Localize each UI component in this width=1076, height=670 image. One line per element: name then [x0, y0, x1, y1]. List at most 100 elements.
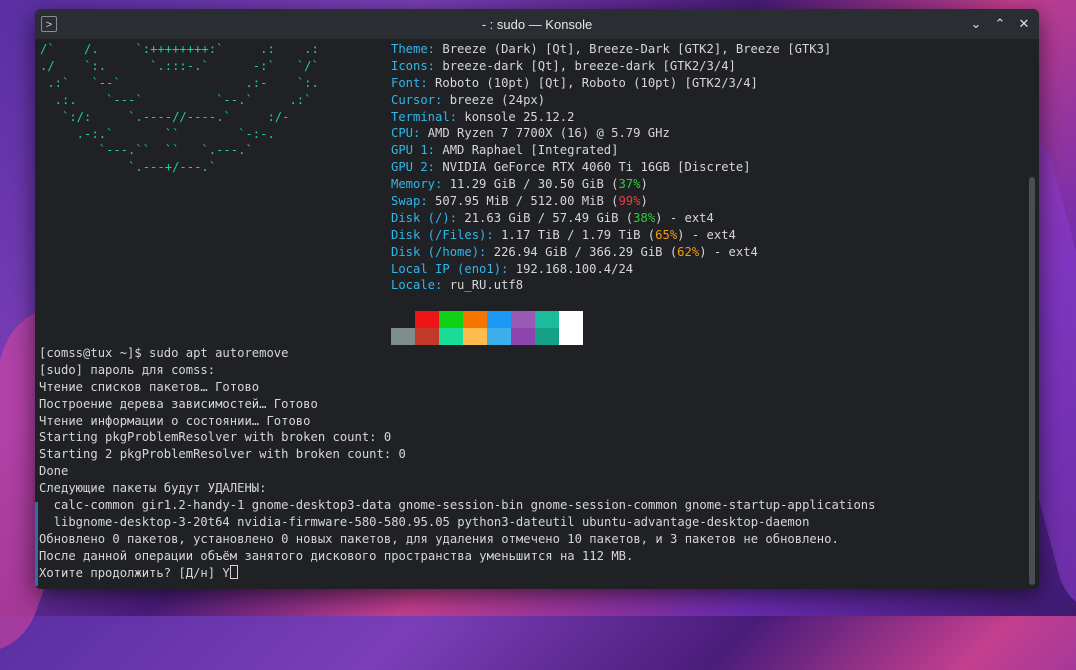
sysinfo-key: Cursor: [391, 92, 450, 107]
sysinfo-key: Icons: [391, 58, 443, 73]
sysinfo-value: Breeze (Dark) [Qt], Breeze-Dark [GTK2], … [442, 42, 832, 56]
scrollbar[interactable] [1029, 177, 1035, 585]
sysinfo-value: ru_RU.utf8 [449, 278, 524, 293]
output-line: [sudo] пароль для comss: [39, 362, 216, 377]
color-swatch [559, 311, 583, 328]
color-swatch [535, 311, 559, 328]
sysinfo-row: Disk (/home): 226.94 GiB / 366.29 GiB (6… [391, 244, 831, 261]
sysinfo-value: AMD Raphael [Integrated] [442, 143, 619, 158]
sysinfo-row: Cursor: breeze (24px) [391, 92, 831, 109]
sysinfo-row: Disk (/): 21.63 GiB / 57.49 GiB (38%) - … [391, 210, 831, 227]
usage-percent: 38% [633, 210, 656, 225]
confirm-prompt[interactable]: Хотите продолжить? [Д/н] Y [39, 564, 1027, 582]
sysinfo-row: Theme: Breeze (Dark) [Qt], Breeze-Dark [… [391, 41, 831, 58]
color-swatch [439, 328, 463, 345]
color-swatch [415, 328, 439, 345]
command-output: [comss@tux ~]$ sudo apt autoremove [sudo]… [39, 345, 1027, 581]
sysinfo-row: GPU 1: AMD Raphael [Integrated] [391, 142, 831, 159]
sysinfo-key: Disk (/Files): [391, 227, 502, 242]
sysinfo-row: CPU: AMD Ryzen 7 7700X (16) @ 5.79 GHz [391, 125, 831, 142]
sysinfo-key: Memory: [391, 177, 450, 192]
sysinfo-value: 507.95 MiB / 512.00 MiB ( [435, 194, 619, 209]
color-swatch [463, 328, 487, 345]
sysinfo-row: Terminal: konsole 25.12.2 [391, 109, 831, 126]
output-line: Starting 2 pkgProblemResolver with broke… [39, 447, 406, 462]
sysinfo-value-tail: ) [640, 194, 648, 209]
terminal-area[interactable]: /` /. `:++++++++:` .: .: ./ `:. `.:::-.`… [35, 39, 1027, 589]
sysinfo-key: Swap: [391, 194, 436, 209]
sysinfo-key: CPU: [391, 126, 428, 141]
color-swatch [415, 311, 439, 328]
color-swatch [487, 311, 511, 328]
color-swatch [391, 311, 415, 328]
sysinfo-value: 192.168.100.4/24 [515, 261, 634, 276]
sysinfo-value: AMD Ryzen 7 7700X (16) @ 5.79 GHz [427, 126, 670, 141]
palette-row-bottom [391, 328, 583, 345]
output-line: libgnome-desktop-3-20t64 nvidia-firmware… [39, 514, 810, 529]
sysinfo-key: Locale: [391, 278, 450, 293]
sysinfo-row: Locale: ru_RU.utf8 [391, 277, 831, 294]
color-swatch [559, 328, 583, 345]
maximize-icon[interactable]: ⌃ [991, 15, 1009, 33]
konsole-window: > - : sudo — Konsole ⌄ ⌃ ✕ /` /. `:+++++… [35, 9, 1039, 589]
usage-percent: 62% [677, 244, 700, 259]
sysinfo-value-tail: ) [640, 177, 648, 192]
text-cursor [229, 564, 238, 579]
sysinfo-key: GPU 1: [391, 143, 443, 158]
sysinfo-value: 11.29 GiB / 30.50 GiB ( [449, 177, 619, 192]
output-line: После данной операции объём занятого дис… [39, 548, 634, 563]
distro-logo-ascii: /` /. `:++++++++:` .: .: ./ `:. `.:::-.`… [40, 42, 319, 175]
output-line: Done [39, 464, 69, 479]
output-line: Чтение информации о состоянии… Готово [39, 413, 311, 428]
titlebar[interactable]: > - : sudo — Konsole ⌄ ⌃ ✕ [35, 9, 1039, 39]
usage-percent: 65% [655, 227, 678, 242]
sysinfo-value: 1.17 TiB / 1.79 TiB ( [501, 227, 656, 242]
window-title: - : sudo — Konsole [481, 17, 593, 32]
usage-percent: 99% [618, 194, 641, 209]
output-line: Starting pkgProblemResolver with broken … [39, 430, 392, 445]
sysinfo-key: Disk (/home): [391, 244, 494, 259]
sysinfo-value-tail: ) - ext4 [655, 210, 714, 225]
sysinfo-key: GPU 2: [391, 160, 443, 175]
selection-marker [35, 502, 38, 586]
sysinfo-key: Theme: [391, 42, 443, 56]
color-swatch [391, 328, 415, 345]
sysinfo-value: Roboto (10pt) [Qt], Roboto (10pt) [GTK2/… [435, 75, 758, 90]
usage-percent: 37% [618, 177, 641, 192]
sysinfo-value-tail: ) - ext4 [677, 227, 736, 242]
output-line: Построение дерева зависимостей… Готово [39, 396, 318, 411]
sysinfo-row: Font: Roboto (10pt) [Qt], Roboto (10pt) … [391, 75, 831, 92]
sysinfo-value-tail: ) - ext4 [699, 244, 758, 259]
color-swatch [463, 311, 487, 328]
color-palette [391, 311, 583, 345]
sysinfo-value: NVIDIA GeForce RTX 4060 Ti 16GB [Discret… [442, 160, 751, 175]
sysinfo-value: 226.94 GiB / 366.29 GiB ( [493, 244, 678, 259]
prompt-text: Хотите продолжить? [Д/н] Y [39, 565, 230, 580]
sysinfo-value: konsole 25.12.2 [464, 109, 575, 124]
sysinfo-value: 21.63 GiB / 57.49 GiB ( [464, 210, 634, 225]
output-line: [comss@tux ~]$ sudo apt autoremove [39, 346, 289, 360]
color-swatch [439, 311, 463, 328]
sysinfo-row: Swap: 507.95 MiB / 512.00 MiB (99%) [391, 193, 831, 210]
color-swatch [511, 311, 535, 328]
sysinfo-row: GPU 2: NVIDIA GeForce RTX 4060 Ti 16GB [… [391, 159, 831, 176]
sysinfo-row: Icons: breeze-dark [Qt], breeze-dark [GT… [391, 58, 831, 75]
output-line: Чтение списков пакетов… Готово [39, 379, 260, 394]
sysinfo-value: breeze-dark [Qt], breeze-dark [GTK2/3/4] [442, 58, 736, 73]
minimize-icon[interactable]: ⌄ [967, 15, 985, 33]
sysinfo-panel: Theme: Breeze (Dark) [Qt], Breeze-Dark [… [391, 41, 831, 294]
sysinfo-key: Font: [391, 75, 436, 90]
color-swatch [535, 328, 559, 345]
sysinfo-key: Disk (/): [391, 210, 465, 225]
sysinfo-row: Memory: 11.29 GiB / 30.50 GiB (37%) [391, 176, 831, 193]
palette-row-top [391, 311, 583, 328]
sysinfo-key: Terminal: [391, 109, 465, 124]
sysinfo-key: Local IP (eno1): [391, 261, 516, 276]
sysinfo-row: Local IP (eno1): 192.168.100.4/24 [391, 261, 831, 278]
output-line: calc-common gir1.2-handy-1 gnome-desktop… [39, 498, 876, 513]
color-swatch [487, 328, 511, 345]
sysinfo-row: Disk (/Files): 1.17 TiB / 1.79 TiB (65%)… [391, 227, 831, 244]
color-swatch [511, 328, 535, 345]
sysinfo-value: breeze (24px) [449, 92, 546, 107]
close-icon[interactable]: ✕ [1015, 15, 1033, 33]
